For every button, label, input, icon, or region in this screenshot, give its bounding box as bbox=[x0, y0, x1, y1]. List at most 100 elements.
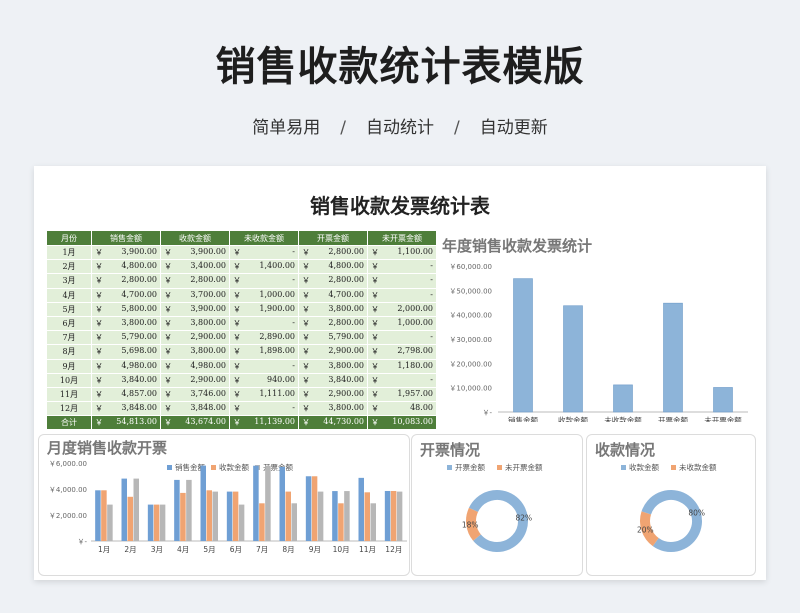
table-cell: ￥ 1,180.00 bbox=[367, 358, 437, 374]
table-cell: ￥ 3,900.00 bbox=[160, 244, 230, 261]
currency-symbol: ￥ bbox=[302, 262, 310, 272]
amount-value: 3,800.00 bbox=[121, 318, 157, 328]
x-tick-label: 未收款金额 bbox=[604, 415, 642, 422]
column-header: 未收款金额 bbox=[229, 230, 299, 246]
currency-symbol: ￥ bbox=[233, 404, 241, 414]
amount-value: 2,800.00 bbox=[328, 247, 364, 257]
annual-bar bbox=[513, 278, 533, 413]
currency-symbol: ￥ bbox=[371, 304, 379, 314]
table-cell: ￥ - bbox=[367, 330, 437, 346]
subtitle-item: 自动统计 bbox=[366, 118, 434, 138]
table-cell: ￥ 2,900.00 bbox=[160, 372, 230, 388]
table-cell: ￥ 54,813.00 bbox=[91, 415, 161, 431]
currency-symbol: ￥ bbox=[302, 361, 310, 371]
table-cell: ￥ 2,900.00 bbox=[298, 344, 368, 360]
table-cell: ￥ 2,900.00 bbox=[298, 386, 368, 403]
table-cell: ￥ 2,800.00 bbox=[298, 315, 368, 332]
table-cell: ￥ 3,840.00 bbox=[298, 372, 368, 388]
amount-value: 2,800.00 bbox=[328, 275, 364, 285]
monthly-bar bbox=[265, 465, 271, 541]
amount-value: 2,800.00 bbox=[190, 275, 226, 285]
amount-value: 2,890.00 bbox=[259, 332, 295, 342]
y-tick-label: ￥10,000.00 bbox=[449, 385, 492, 393]
table-cell: ￥ 1,898.00 bbox=[229, 344, 299, 360]
monthly-bar bbox=[311, 476, 318, 541]
currency-symbol: ￥ bbox=[302, 248, 310, 258]
table-cell: ￥ 4,800.00 bbox=[298, 259, 368, 275]
currency-symbol: ￥ bbox=[233, 361, 241, 371]
currency-symbol: ￥ bbox=[302, 276, 310, 286]
table-cell: 6月 bbox=[46, 315, 92, 332]
column-header: 开票金额 bbox=[298, 230, 368, 246]
currency-symbol: ￥ bbox=[233, 375, 241, 385]
table-cell: ￥ 3,800.00 bbox=[160, 315, 230, 332]
amount-value: 3,800.00 bbox=[190, 346, 226, 356]
legend-label: 收款金额 bbox=[219, 462, 249, 472]
currency-symbol: ￥ bbox=[371, 347, 379, 357]
x-tick-label: 12月 bbox=[385, 545, 402, 554]
amount-value: 2,900.00 bbox=[328, 388, 364, 398]
table-cell: ￥ 4,800.00 bbox=[91, 259, 161, 275]
x-tick-label: 未开票金额 bbox=[704, 415, 742, 422]
currency-symbol: ￥ bbox=[164, 248, 172, 258]
amount-value: - bbox=[430, 261, 433, 271]
table-cell: ￥ 1,000.00 bbox=[229, 287, 299, 303]
amount-value: 5,698.00 bbox=[121, 346, 157, 356]
legend-swatch bbox=[447, 465, 452, 470]
currency-symbol: ￥ bbox=[95, 389, 103, 399]
slice-value-label: 82% bbox=[515, 514, 532, 523]
table-row: 4月 ￥ 4,700.00 ￥ 3,700.00 ￥ 1,000.00 ￥ 4,700.00 ￥ - bbox=[46, 287, 437, 303]
legend-label: 未收款金额 bbox=[679, 462, 717, 472]
monthly-bar bbox=[212, 491, 218, 541]
x-tick-label: 11月 bbox=[359, 545, 376, 554]
monthly-bar bbox=[147, 504, 154, 541]
currency-symbol: ￥ bbox=[302, 389, 310, 399]
currency-symbol: ￥ bbox=[233, 347, 241, 357]
monthly-bar bbox=[133, 478, 139, 541]
y-tick-label: ￥20,000.00 bbox=[449, 360, 492, 368]
monthly-bar bbox=[396, 491, 403, 541]
amount-value: 2,798.00 bbox=[397, 346, 433, 356]
monthly-bar bbox=[338, 503, 344, 541]
y-tick-label: ￥60,000.00 bbox=[449, 263, 492, 271]
amount-value: - bbox=[292, 403, 295, 413]
table-cell: ￥ - bbox=[367, 259, 437, 275]
currency-symbol: ￥ bbox=[164, 319, 172, 329]
page-title: 销售收款统计表模版 bbox=[215, 44, 585, 90]
monthly-bar bbox=[285, 491, 291, 541]
currency-symbol: ￥ bbox=[164, 290, 172, 300]
amount-value: - bbox=[430, 374, 433, 384]
currency-symbol: ￥ bbox=[233, 418, 241, 428]
monthly-bar bbox=[153, 504, 160, 541]
amount-value: 1,111.00 bbox=[259, 388, 295, 398]
legend-label: 开票金额 bbox=[455, 462, 485, 472]
sheet-title: 销售收款发票统计表 bbox=[310, 194, 490, 218]
y-tick-label: ￥40,000.00 bbox=[449, 312, 492, 320]
currency-symbol: ￥ bbox=[233, 276, 241, 286]
table-cell: ￥ 3,800.00 bbox=[298, 401, 368, 417]
amount-value: 3,900.00 bbox=[121, 247, 157, 257]
x-tick-label: 销售金额 bbox=[508, 415, 538, 422]
amount-value: 3,700.00 bbox=[190, 289, 226, 299]
table-cell: ￥ - bbox=[229, 273, 299, 289]
currency-symbol: ￥ bbox=[95, 333, 103, 343]
table-cell: ￥ - bbox=[367, 287, 437, 303]
amount-value: 4,980.00 bbox=[190, 360, 226, 370]
currency-symbol: ￥ bbox=[164, 333, 172, 343]
amount-value: 1,000.00 bbox=[397, 318, 433, 328]
currency-symbol: ￥ bbox=[302, 333, 310, 343]
payment-pie-panel: 收款情况 收款金额 未收款金额 80% 20% bbox=[586, 434, 756, 576]
table-cell: ￥ 4,700.00 bbox=[91, 287, 161, 303]
table-cell: ￥ 3,840.00 bbox=[91, 372, 161, 388]
table-cell: ￥ 3,900.00 bbox=[91, 244, 161, 261]
monthly-bar bbox=[291, 503, 297, 541]
spreadsheet-preview: 销售收款发票统计表 月份 销售金额 收款金额 未收款金额 开票金额 未开票金额 1月 ￥ 3,… bbox=[34, 166, 766, 580]
amount-value: 11,139.00 bbox=[254, 417, 295, 427]
table-cell: ￥ 3,800.00 bbox=[91, 315, 161, 332]
amount-value: - bbox=[292, 275, 295, 285]
currency-symbol: ￥ bbox=[371, 262, 379, 272]
monthly-bar bbox=[232, 491, 239, 541]
currency-symbol: ￥ bbox=[164, 404, 172, 414]
currency-symbol: ￥ bbox=[164, 418, 172, 428]
currency-symbol: ￥ bbox=[371, 319, 379, 329]
